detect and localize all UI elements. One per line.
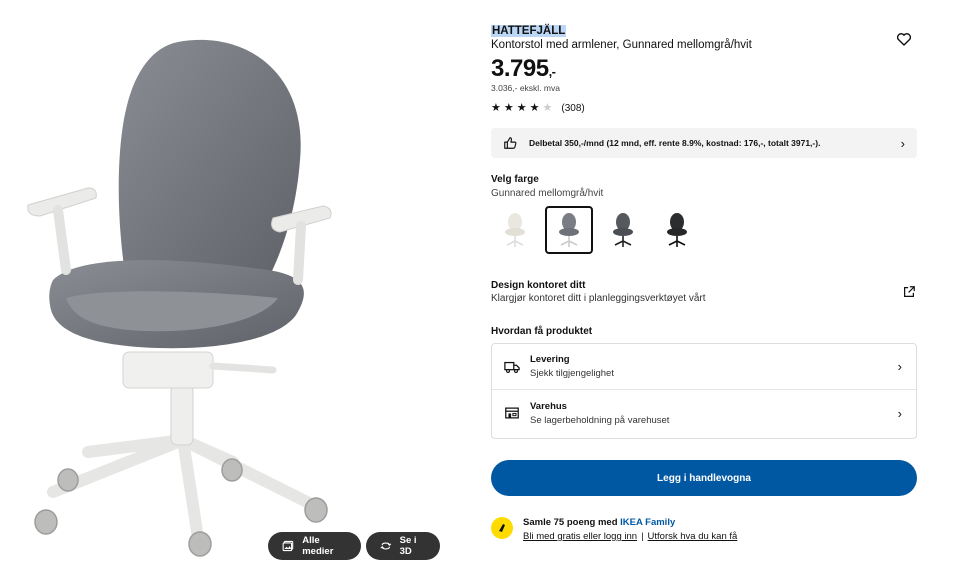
color-option-black[interactable] — [653, 206, 701, 254]
price-main: 3.795 — [491, 55, 549, 82]
thumbs-up-icon — [504, 137, 517, 149]
family-brand-link[interactable]: IKEA Family — [620, 517, 675, 528]
rotate-3d-icon — [380, 542, 392, 550]
design-title[interactable]: Design kontoret ditt — [491, 280, 585, 291]
all-media-label: Alle medier — [302, 535, 334, 557]
delivery-subtitle: Sjekk tilgjengelighet — [530, 368, 614, 379]
star-icon: ★ — [503, 102, 514, 114]
product-gallery: Alle medier Se i 3D — [0, 0, 460, 576]
star-icon: ★ — [542, 102, 553, 114]
design-subtitle: Klargjør kontoret ditt i planleggingsver… — [491, 293, 706, 304]
chevron-right-icon: › — [897, 405, 902, 421]
all-media-button[interactable]: Alle medier — [268, 532, 361, 560]
product-name: HATTEFJÄLL — [491, 25, 567, 37]
delivery-section-title: Hvordan få produktet — [491, 326, 593, 337]
gallery-icon — [282, 540, 294, 552]
store-icon — [505, 407, 519, 419]
product-info: HATTEFJÄLL Kontorstol med armlener, Gunn… — [491, 0, 917, 576]
view-3d-button[interactable]: Se i 3D — [366, 532, 440, 560]
review-count: (308) — [561, 103, 585, 114]
chevron-right-icon: › — [900, 135, 905, 151]
view-3d-label: Se i 3D — [399, 535, 417, 557]
store-row[interactable]: Varehus Se lagerbeholdning på varehuset … — [492, 390, 916, 436]
product-rating[interactable]: ★ ★ ★ ★ ★ (308) — [491, 102, 585, 115]
explore-benefits-link[interactable]: Utforsk hva du kan få — [648, 531, 738, 542]
delivery-options: Levering Sjekk tilgjengelighet › Varehus… — [491, 343, 917, 439]
color-title: Velg farge — [491, 174, 539, 185]
heart-icon[interactable] — [896, 31, 912, 47]
product-description: Kontorstol med armlener, Gunnared mellom… — [491, 39, 752, 51]
family-points-text: Samle 75 poeng med IKEA Family — [523, 517, 675, 528]
join-login-link[interactable]: Bli med gratis eller logg inn — [523, 531, 637, 542]
family-points-prefix: Samle 75 poeng med — [523, 517, 621, 528]
color-option-darkgrey-black[interactable] — [599, 206, 647, 254]
link-separator: | — [641, 531, 644, 542]
color-swatches — [491, 206, 701, 254]
color-option-beige-white[interactable] — [491, 206, 539, 254]
star-icon: ★ — [529, 102, 540, 114]
star-icon: ★ — [516, 102, 527, 114]
family-links: Bli med gratis eller logg inn | Utforsk … — [523, 531, 737, 542]
product-price: 3.795,- — [491, 55, 556, 83]
store-title: Varehus — [530, 400, 567, 412]
truck-icon — [504, 361, 520, 373]
delivery-row[interactable]: Levering Sjekk tilgjengelighet › — [492, 344, 916, 390]
finance-text: Delbetal 350,-/mnd (12 mnd, eff. rente 8… — [529, 138, 821, 148]
color-selected: Gunnared mellomgrå/hvit — [491, 188, 604, 199]
external-link-icon[interactable] — [902, 285, 916, 299]
price-suffix: ,- — [548, 64, 556, 79]
chevron-right-icon: › — [897, 359, 902, 374]
price-ex-vat: 3.036,- ekskl. mva — [491, 83, 560, 93]
store-subtitle: Se lagerbeholdning på varehuset — [530, 414, 670, 426]
finance-banner[interactable]: Delbetal 350,-/mnd (12 mnd, eff. rente 8… — [491, 128, 917, 158]
ikea-family-promo: Samle 75 poeng med IKEA Family Bli med g… — [491, 514, 917, 546]
family-badge-icon — [491, 517, 513, 539]
star-icon: ★ — [491, 102, 501, 114]
delivery-title: Levering — [530, 354, 570, 365]
add-to-cart-button[interactable]: Legg i handlevogna — [491, 460, 917, 496]
color-option-grey-white[interactable] — [545, 206, 593, 254]
product-image — [27, 39, 332, 557]
